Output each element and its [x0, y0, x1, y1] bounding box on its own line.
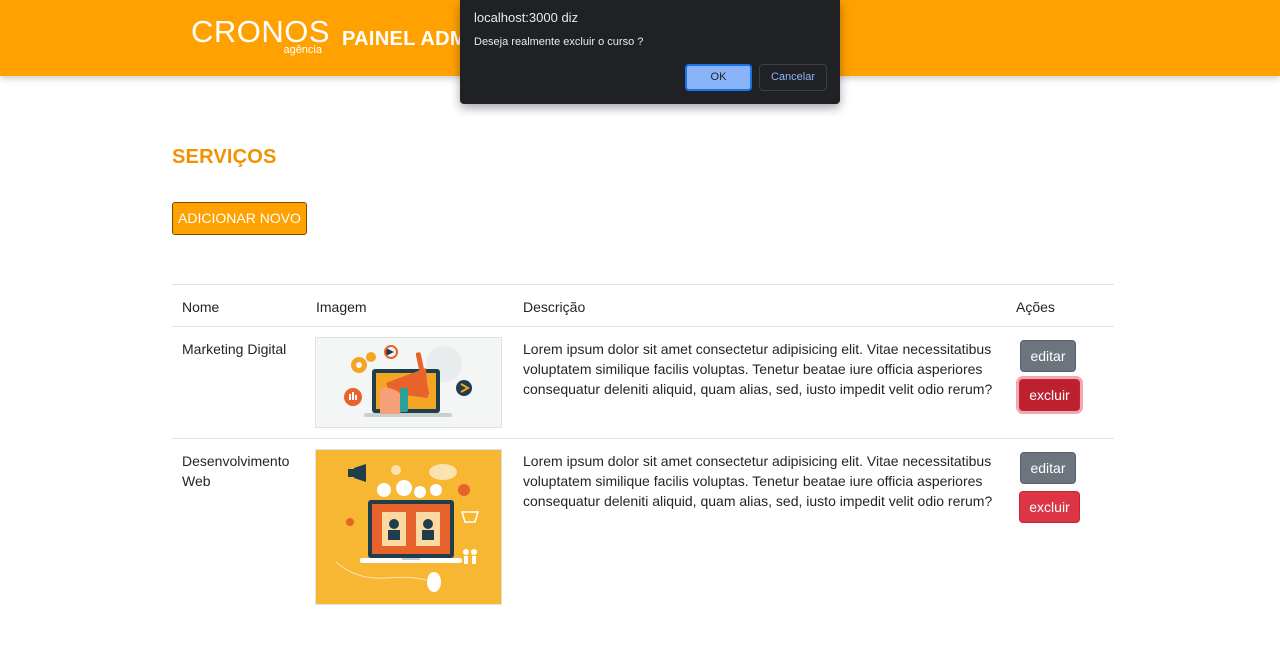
- dialog-message: Deseja realmente excluir o curso ?: [474, 36, 644, 48]
- cronos-logo[interactable]: CRONOS agência: [191, 14, 330, 62]
- table-header: Nome Imagem Descrição Ações: [172, 284, 1114, 327]
- service-name: Marketing Digital: [182, 341, 287, 357]
- edit-button[interactable]: editar: [1020, 340, 1076, 372]
- delete-button[interactable]: excluir: [1019, 491, 1080, 523]
- table-row: Marketing Digital Lorem ipsum dolor sit …: [172, 327, 1114, 439]
- table-row: Desenvolvimento Web Lorem ipsum dolor si…: [172, 439, 1114, 619]
- column-header-name: Nome: [182, 299, 220, 315]
- web-development-illustration: [316, 450, 501, 604]
- service-image: [315, 337, 502, 428]
- column-header-image: Imagem: [316, 299, 367, 315]
- page-title: SERVIÇOS: [172, 146, 277, 168]
- services-table: Nome Imagem Descrição Ações Marketing Di…: [172, 284, 1114, 619]
- dialog-ok-button[interactable]: OK: [685, 64, 752, 91]
- column-header-description: Descrição: [523, 299, 586, 315]
- service-description: Lorem ipsum dolor sit amet consectetur a…: [523, 453, 993, 509]
- delete-button[interactable]: excluir: [1019, 379, 1080, 411]
- service-image: [315, 449, 502, 605]
- dialog-cancel-button[interactable]: Cancelar: [759, 64, 827, 91]
- edit-button[interactable]: editar: [1020, 452, 1076, 484]
- confirm-dialog: localhost:3000 diz Deseja realmente excl…: [460, 0, 840, 104]
- column-header-actions: Ações: [1016, 299, 1055, 315]
- service-description: Lorem ipsum dolor sit amet consectetur a…: [523, 341, 993, 397]
- logo-subtext: agência: [283, 44, 322, 56]
- service-name: Desenvolvimento Web: [182, 453, 290, 489]
- add-new-button[interactable]: ADICIONAR NOVO: [172, 202, 307, 235]
- panel-title: PAINEL ADM: [342, 28, 467, 50]
- dialog-title: localhost:3000 diz: [474, 10, 579, 25]
- marketing-illustration: [316, 338, 501, 427]
